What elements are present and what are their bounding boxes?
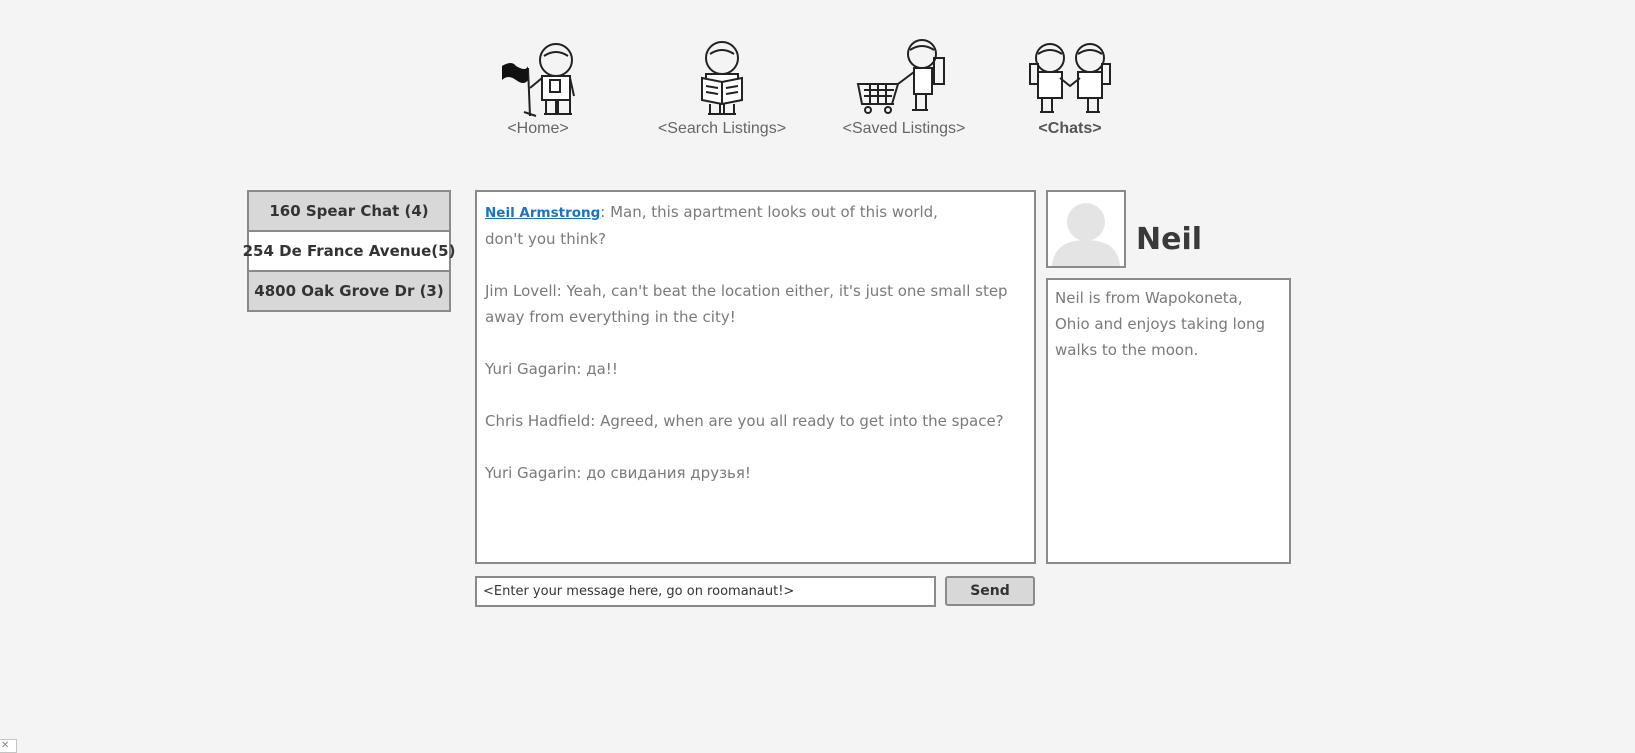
chat-item-4800-oak-grove[interactable]: 4800 Oak Grove Dr (3) [247, 270, 451, 312]
send-button[interactable]: Send [945, 576, 1035, 606]
message-input[interactable] [475, 576, 936, 607]
nav-saved-listings-label: <Saved Listings> [842, 120, 966, 137]
nav-search-listings[interactable]: <Search Listings> [656, 38, 788, 138]
avatar [1046, 190, 1126, 268]
nav-search-listings-label: <Search Listings> [657, 120, 787, 137]
message-author-link[interactable]: Neil Armstrong [485, 205, 600, 221]
astronauts-handshake-icon [1029, 43, 1111, 113]
message-text: : Man, this apartment looks out of this … [600, 203, 938, 221]
nav-saved-listings[interactable]: <Saved Listings> [838, 38, 970, 138]
message-item: Yuri Gagarin: да!! [485, 360, 618, 378]
chat-list: 160 Spear Chat (4) 254 De France Avenue(… [243, 190, 455, 312]
astronaut-reading-icon [701, 41, 743, 115]
profile-bio: Neil is from Wapokoneta, Ohio and enjoys… [1046, 278, 1291, 564]
nav-home-label: <Home> [507, 120, 569, 137]
chat-item-254-de-france[interactable]: 254 De France Avenue(5) [243, 230, 455, 272]
message-item: Yuri Gagarin: до свидания друзья! [485, 464, 751, 482]
message-item: Jim Lovell: Yeah, can't beat the locatio… [485, 282, 1008, 326]
astronaut-cart-icon [856, 39, 945, 114]
message-item: Neil Armstrong: Man, this apartment look… [483, 199, 1028, 252]
user-placeholder-icon [1052, 203, 1120, 266]
profile-name: Neil [1136, 222, 1203, 257]
close-icon[interactable]: ✕ [0, 739, 17, 753]
nav-chats-label: <Chats> [1038, 120, 1102, 137]
nav-home[interactable]: <Home> [485, 38, 591, 138]
astronaut-flag-icon [502, 43, 575, 117]
message-item: Chris Hadfield: Agreed, when are you all… [485, 412, 1004, 430]
message-panel[interactable]: Neil Armstrong: Man, this apartment look… [475, 190, 1036, 564]
message-text-continued: don't you think? [485, 230, 607, 248]
nav-chats[interactable]: <Chats> [1022, 38, 1118, 138]
chat-item-160-spear[interactable]: 160 Spear Chat (4) [247, 190, 451, 232]
